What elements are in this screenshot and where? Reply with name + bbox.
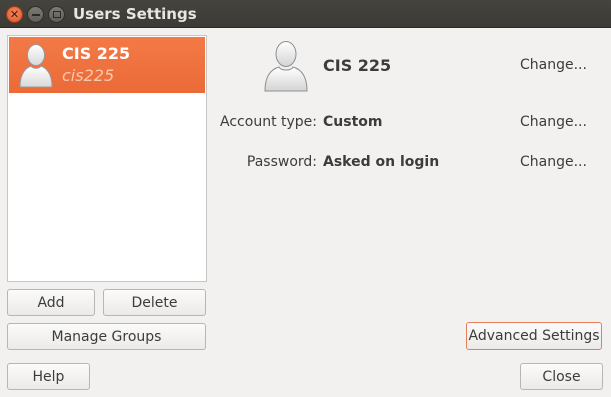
maximize-icon (52, 11, 61, 18)
window-maximize-button[interactable] (48, 6, 65, 23)
user-avatar-icon (18, 42, 54, 92)
password-value: Asked on login (323, 154, 440, 170)
user-photo-icon[interactable] (262, 40, 310, 96)
user-list[interactable]: CIS 225 cis225 (7, 35, 207, 282)
title-bar: ✕ Users Settings (0, 0, 611, 28)
password-label: Password: (246, 154, 317, 170)
close-button[interactable]: Close (520, 363, 603, 390)
advanced-settings-button[interactable]: Advanced Settings (466, 322, 602, 350)
user-list-item[interactable]: CIS 225 cis225 (9, 37, 205, 93)
change-name-link[interactable]: Change... (520, 57, 587, 73)
account-type-value: Custom (323, 114, 383, 130)
help-button[interactable]: Help (7, 363, 90, 390)
user-login: cis225 (62, 66, 115, 85)
delete-user-button[interactable]: Delete (103, 289, 206, 316)
user-full-name: CIS 225 (323, 56, 392, 75)
window-close-button[interactable]: ✕ (6, 6, 23, 23)
account-type-label: Account type: (220, 114, 317, 130)
window-minimize-button[interactable] (27, 6, 44, 23)
add-user-button[interactable]: Add (7, 289, 95, 316)
close-icon: ✕ (9, 8, 20, 21)
user-name: CIS 225 (62, 44, 131, 63)
manage-groups-button[interactable]: Manage Groups (7, 323, 206, 350)
change-account-type-link[interactable]: Change... (520, 114, 587, 130)
change-password-link[interactable]: Change... (520, 154, 587, 170)
minimize-icon (31, 13, 40, 16)
window-title: Users Settings (73, 5, 197, 23)
